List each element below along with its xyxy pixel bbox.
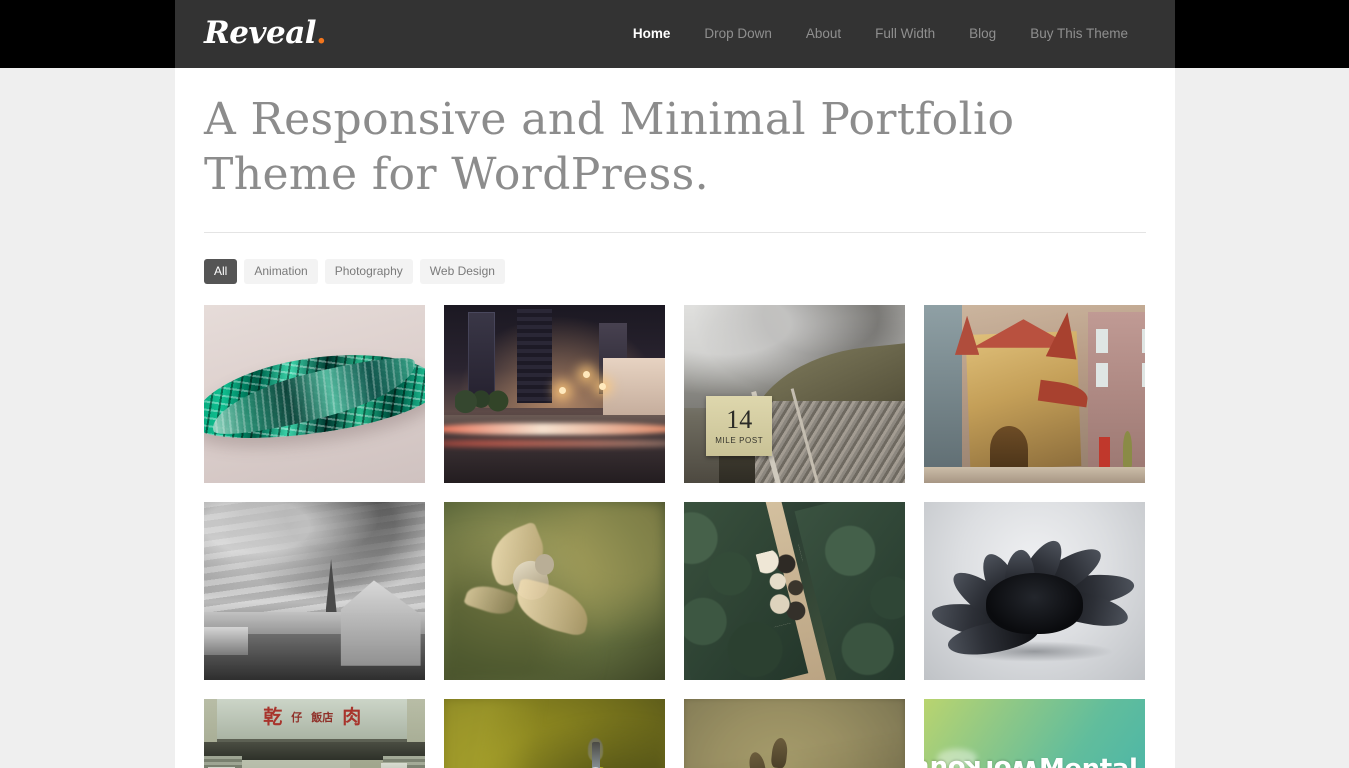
site-header: Reveal. Home Drop Down About Full Width …: [175, 0, 1175, 68]
damselfly-body: [592, 741, 600, 768]
thumbnail-image: [204, 502, 425, 680]
portfolio-item-mentalworkout-logo[interactable]: WorkoutMental®: [924, 699, 1145, 768]
mile-post-number: 14: [726, 405, 753, 435]
tower-center: [516, 308, 553, 403]
portfolio-item-twisted-teal-pixel-sculpture[interactable]: [204, 305, 425, 483]
neighbour-building-right: [1087, 312, 1145, 483]
wordmark-main-word: Mental: [1039, 754, 1138, 768]
light-trail-secondary: [444, 440, 665, 448]
thumbnail-image: [204, 305, 425, 483]
thumbnail-image: [924, 305, 1145, 483]
portfolio-item-blackwhite-cliff-church[interactable]: [204, 502, 425, 680]
portfolio-item-night-city-light-trails[interactable]: [444, 305, 665, 483]
mile-post-sign: 14 MILE POST: [706, 395, 773, 457]
cobble-ground: [924, 466, 1145, 483]
thumbnail-image: [924, 502, 1145, 680]
signboard-char-3: 仔: [291, 710, 303, 724]
thumbnail-image: 乾 仔 飯店 肉: [204, 699, 425, 768]
lotus-core: [985, 573, 1084, 634]
nav-item-about[interactable]: About: [789, 0, 858, 68]
blurred-field: [444, 699, 665, 768]
cliff-arch: [204, 626, 249, 656]
house-door: [990, 426, 1028, 473]
content-column: A Responsive and Minimal Portfolio Theme…: [175, 68, 1175, 768]
neighbour-building-left: [924, 305, 962, 483]
portfolio-grid: 14 MILE POST 乾 仔 飯店 肉: [175, 284, 1175, 768]
haze-layer: [684, 699, 905, 768]
nav-item-drop-down[interactable]: Drop Down: [687, 0, 789, 68]
site-logo[interactable]: Reveal.: [204, 11, 327, 56]
portfolio-item-damselfly-dry-buds[interactable]: [684, 699, 905, 768]
air-conditioner-right: [380, 763, 408, 768]
signboard-char-2: 肉: [342, 705, 362, 728]
thumbnail-image: [444, 699, 665, 768]
page-root: Reveal. Home Drop Down About Full Width …: [0, 0, 1349, 768]
street-lamp: [558, 386, 566, 394]
thumbnail-image: [444, 502, 665, 680]
portfolio-item-aerial-flock-on-path[interactable]: [684, 502, 905, 680]
thumbnail-image: [684, 502, 905, 680]
nav-item-full-width[interactable]: Full Width: [858, 0, 952, 68]
wordmark-flipped-word: Workout: [924, 754, 1039, 768]
page-title: A Responsive and Minimal Portfolio Theme…: [204, 94, 1015, 200]
filter-pill-animation[interactable]: Animation: [244, 259, 318, 284]
nav-item-buy-this-theme[interactable]: Buy This Theme: [1013, 0, 1145, 68]
portfolio-item-bird-in-flight[interactable]: [444, 502, 665, 680]
thumbnail-image: [444, 305, 665, 483]
main-navigation: Home Drop Down About Full Width Blog Buy…: [616, 0, 1145, 68]
red-figure: [1098, 436, 1110, 467]
thumbnail-image: WorkoutMental®: [924, 699, 1145, 768]
header-inner: Reveal. Home Drop Down About Full Width …: [175, 0, 1175, 68]
thumbnail-image: [684, 699, 905, 768]
site-logo-text: Reveal: [204, 15, 317, 51]
filter-pill-photography[interactable]: Photography: [324, 259, 413, 284]
street-trees: [455, 383, 513, 414]
nav-item-blog[interactable]: Blog: [952, 0, 1013, 68]
site-logo-dot: .: [316, 16, 327, 51]
filter-pill-all[interactable]: All: [204, 259, 238, 284]
signboard-char-1: 乾: [263, 705, 283, 728]
nav-item-home[interactable]: Home: [616, 0, 688, 68]
shop-front: [239, 759, 350, 768]
mile-post-caption: MILE POST: [715, 436, 764, 446]
street-lamp: [598, 383, 606, 391]
thumbnail-image: 14 MILE POST: [684, 305, 905, 483]
portfolio-item-asian-storefront[interactable]: 乾 仔 飯店 肉: [204, 699, 425, 768]
small-tree: [1122, 431, 1132, 467]
mentalworkout-wordmark: WorkoutMental®: [924, 754, 1145, 768]
portfolio-filter-bar: All Animation Photography Web Design: [175, 233, 1175, 284]
portfolio-item-black-lotus-render[interactable]: [924, 502, 1145, 680]
portfolio-item-damselfly-yellow-stalk[interactable]: [444, 699, 665, 768]
light-trail-primary: [444, 422, 665, 435]
signboard-char-4: 飯店: [311, 710, 334, 724]
shop-signboard: 乾 仔 飯店 肉: [217, 699, 408, 742]
filter-pill-web-design[interactable]: Web Design: [419, 259, 505, 284]
portfolio-item-fairytale-house-render[interactable]: [924, 305, 1145, 483]
portfolio-item-railway-mile-post[interactable]: 14 MILE POST: [684, 305, 905, 483]
